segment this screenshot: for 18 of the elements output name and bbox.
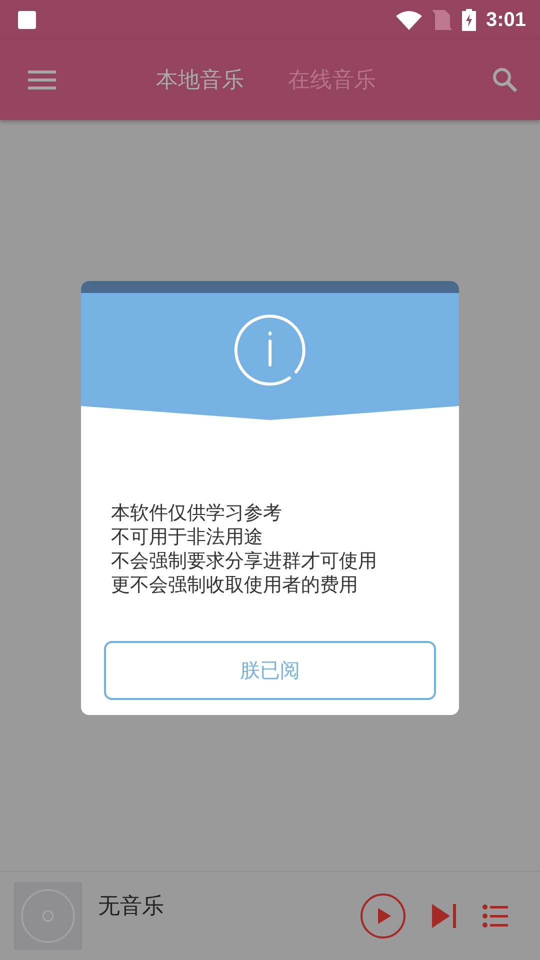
info-icon [233, 313, 307, 387]
playlist-icon[interactable] [482, 904, 508, 928]
notice-text: 不可用于非法用途 [111, 525, 264, 549]
skip-next-icon[interactable] [432, 904, 456, 928]
no-sim-icon [432, 9, 452, 31]
notice-text: 更不会强制收取使用者的费用 [111, 573, 359, 597]
tab[interactable]: 本地音乐 [156, 65, 244, 95]
track-title: 无音乐 [98, 893, 165, 921]
menu-icon[interactable] [28, 70, 56, 90]
clock-time: 3:01 [486, 8, 526, 32]
play-icon[interactable] [360, 893, 406, 939]
notice-text: 本软件仅供学习参考 [111, 501, 283, 525]
app-notification-icon [18, 11, 36, 29]
wifi-icon [396, 10, 422, 30]
search-icon[interactable] [492, 67, 518, 93]
acknowledge-button[interactable]: 朕已阅 [104, 641, 436, 700]
battery-icon [462, 9, 476, 31]
notice-text: 不会强制要求分享进群才可使用 [111, 549, 378, 573]
